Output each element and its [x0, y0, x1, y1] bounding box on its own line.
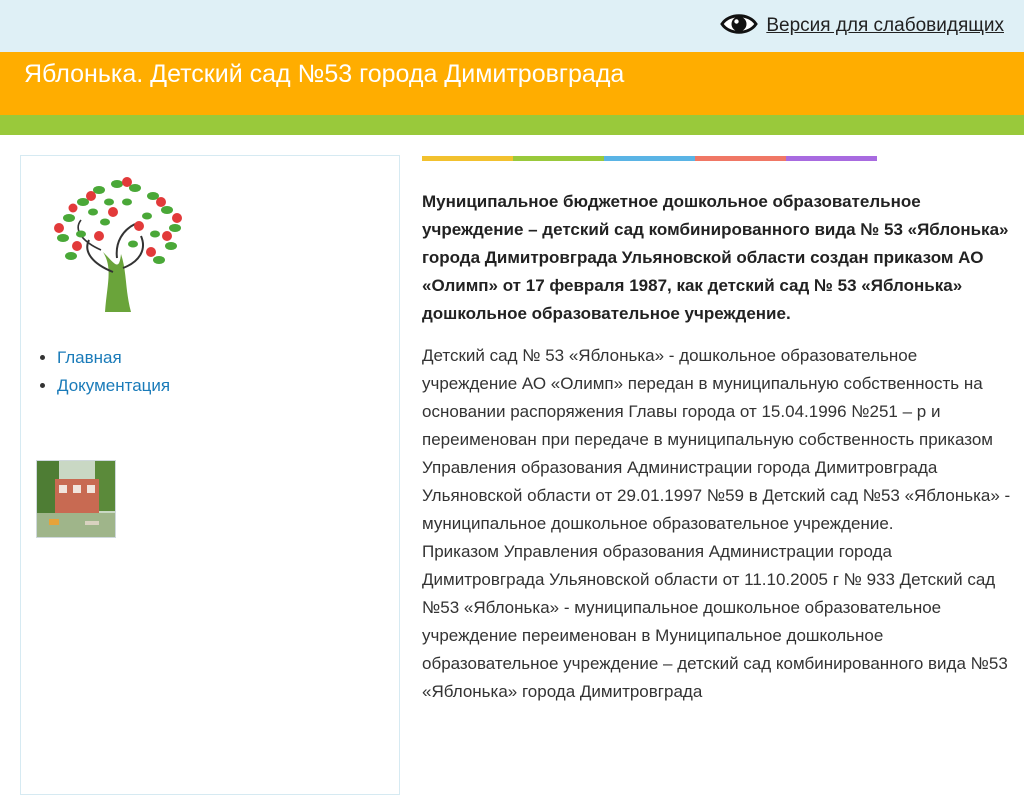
site-header: Яблонька. Детский сад №53 города Димитро…: [0, 52, 1024, 115]
accessibility-version-label: Версия для слабовидящих: [766, 15, 1004, 36]
eye-icon: [720, 10, 759, 43]
sidebar-item-home: Главная: [57, 344, 170, 372]
header-green-strip: [0, 115, 1024, 135]
top-bar: Версия для слабовидящих: [0, 0, 1024, 52]
main-content: Муниципальное бюджетное дошкольное образ…: [422, 188, 1012, 706]
accessibility-version-link[interactable]: Версия для слабовидящих: [720, 11, 1004, 41]
sidebar: Главная Документация: [20, 155, 400, 795]
color-segment: [786, 156, 877, 161]
sidebar-link-documentation[interactable]: Документация: [57, 376, 170, 395]
color-segment: [513, 156, 604, 161]
decorative-color-bar: [422, 156, 877, 161]
sidebar-item-documentation: Документация: [57, 372, 170, 400]
color-segment: [695, 156, 786, 161]
history-paragraph-2: Приказом Управления образования Админист…: [422, 542, 1008, 701]
sidebar-link-home[interactable]: Главная: [57, 348, 122, 367]
sidebar-nav: Главная Документация: [37, 344, 170, 400]
apple-tree-icon[interactable]: [43, 172, 191, 314]
history-paragraph-1: Детский сад № 53 «Яблонька» - дошкольное…: [422, 346, 1011, 533]
site-title: Яблонька. Детский сад №53 города Димитро…: [24, 60, 625, 88]
lead-paragraph: Муниципальное бюджетное дошкольное образ…: [422, 192, 1009, 323]
color-segment: [604, 156, 695, 161]
kindergarten-photo[interactable]: [36, 460, 116, 538]
color-segment: [422, 156, 513, 161]
